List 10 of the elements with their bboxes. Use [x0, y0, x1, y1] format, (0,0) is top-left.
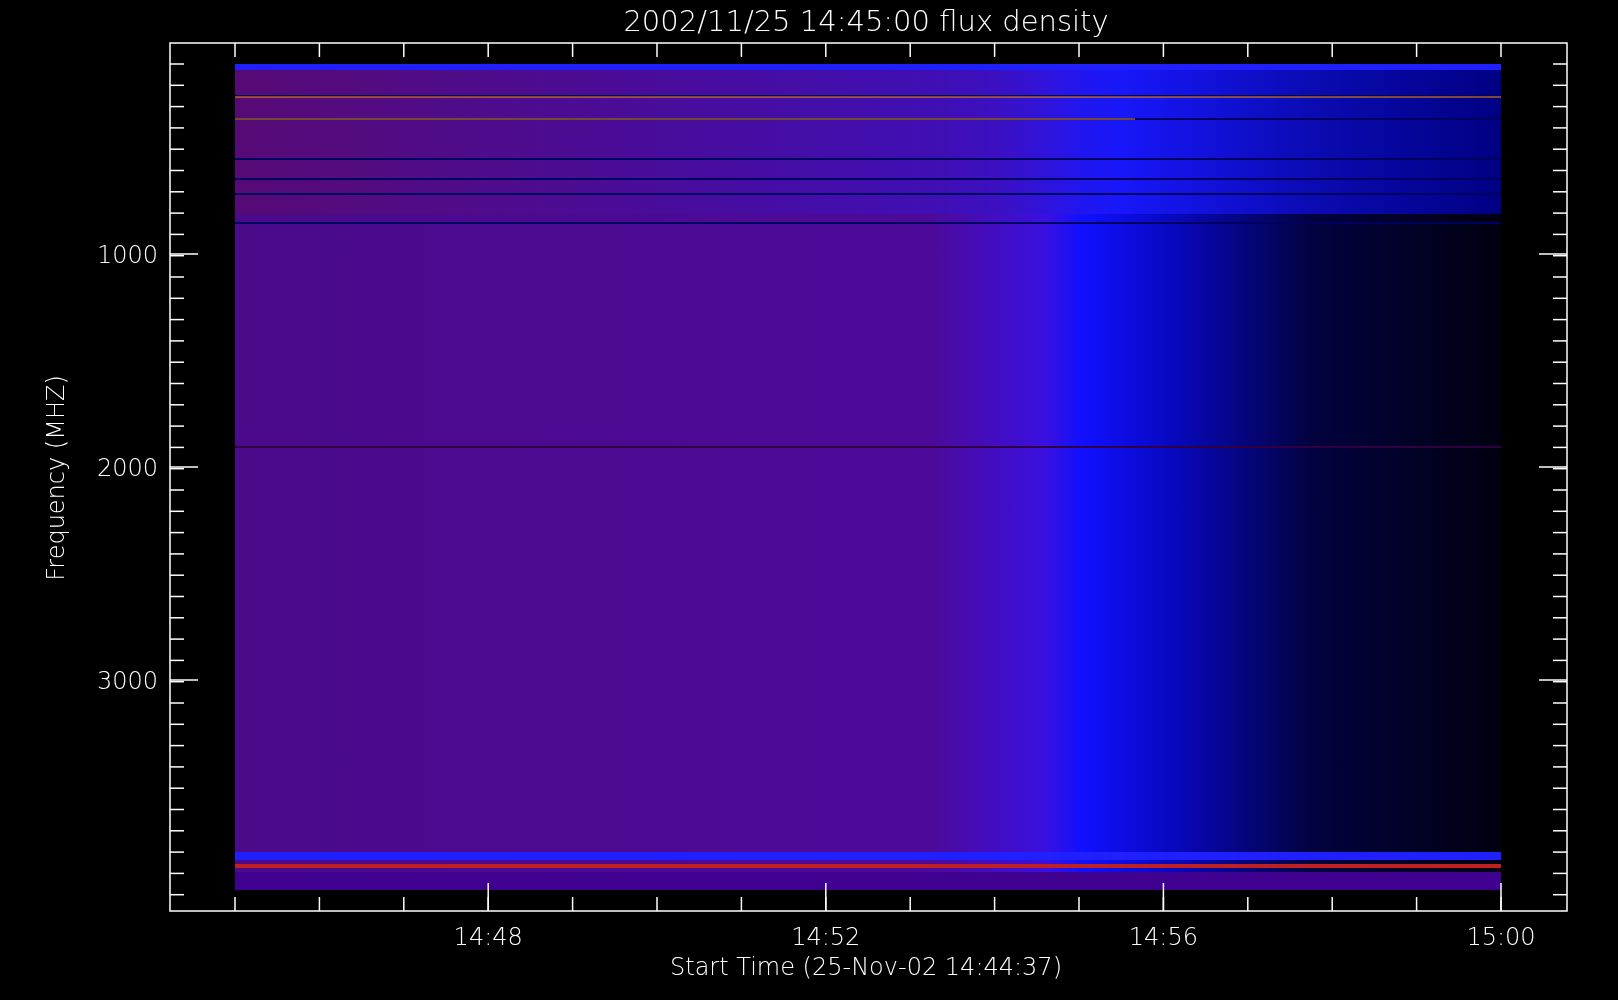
y-axis-label: Frequency (MHZ) — [42, 375, 70, 581]
y-tick-label: 3000 — [96, 667, 158, 695]
x-tick-label: 15:00 — [1466, 923, 1536, 951]
x-axis-label: Start Time (25-Nov-02 14:44:37) — [670, 953, 1062, 981]
y-tick-label: 1000 — [96, 241, 158, 269]
x-tick-label: 14:56 — [1128, 923, 1198, 951]
x-tick-label: 14:48 — [453, 923, 523, 951]
chart-title: 2002/11/25 14:45:00 flux density — [623, 4, 1109, 38]
y-tick-label: 2000 — [96, 454, 158, 482]
x-tick-label: 14:52 — [791, 923, 861, 951]
